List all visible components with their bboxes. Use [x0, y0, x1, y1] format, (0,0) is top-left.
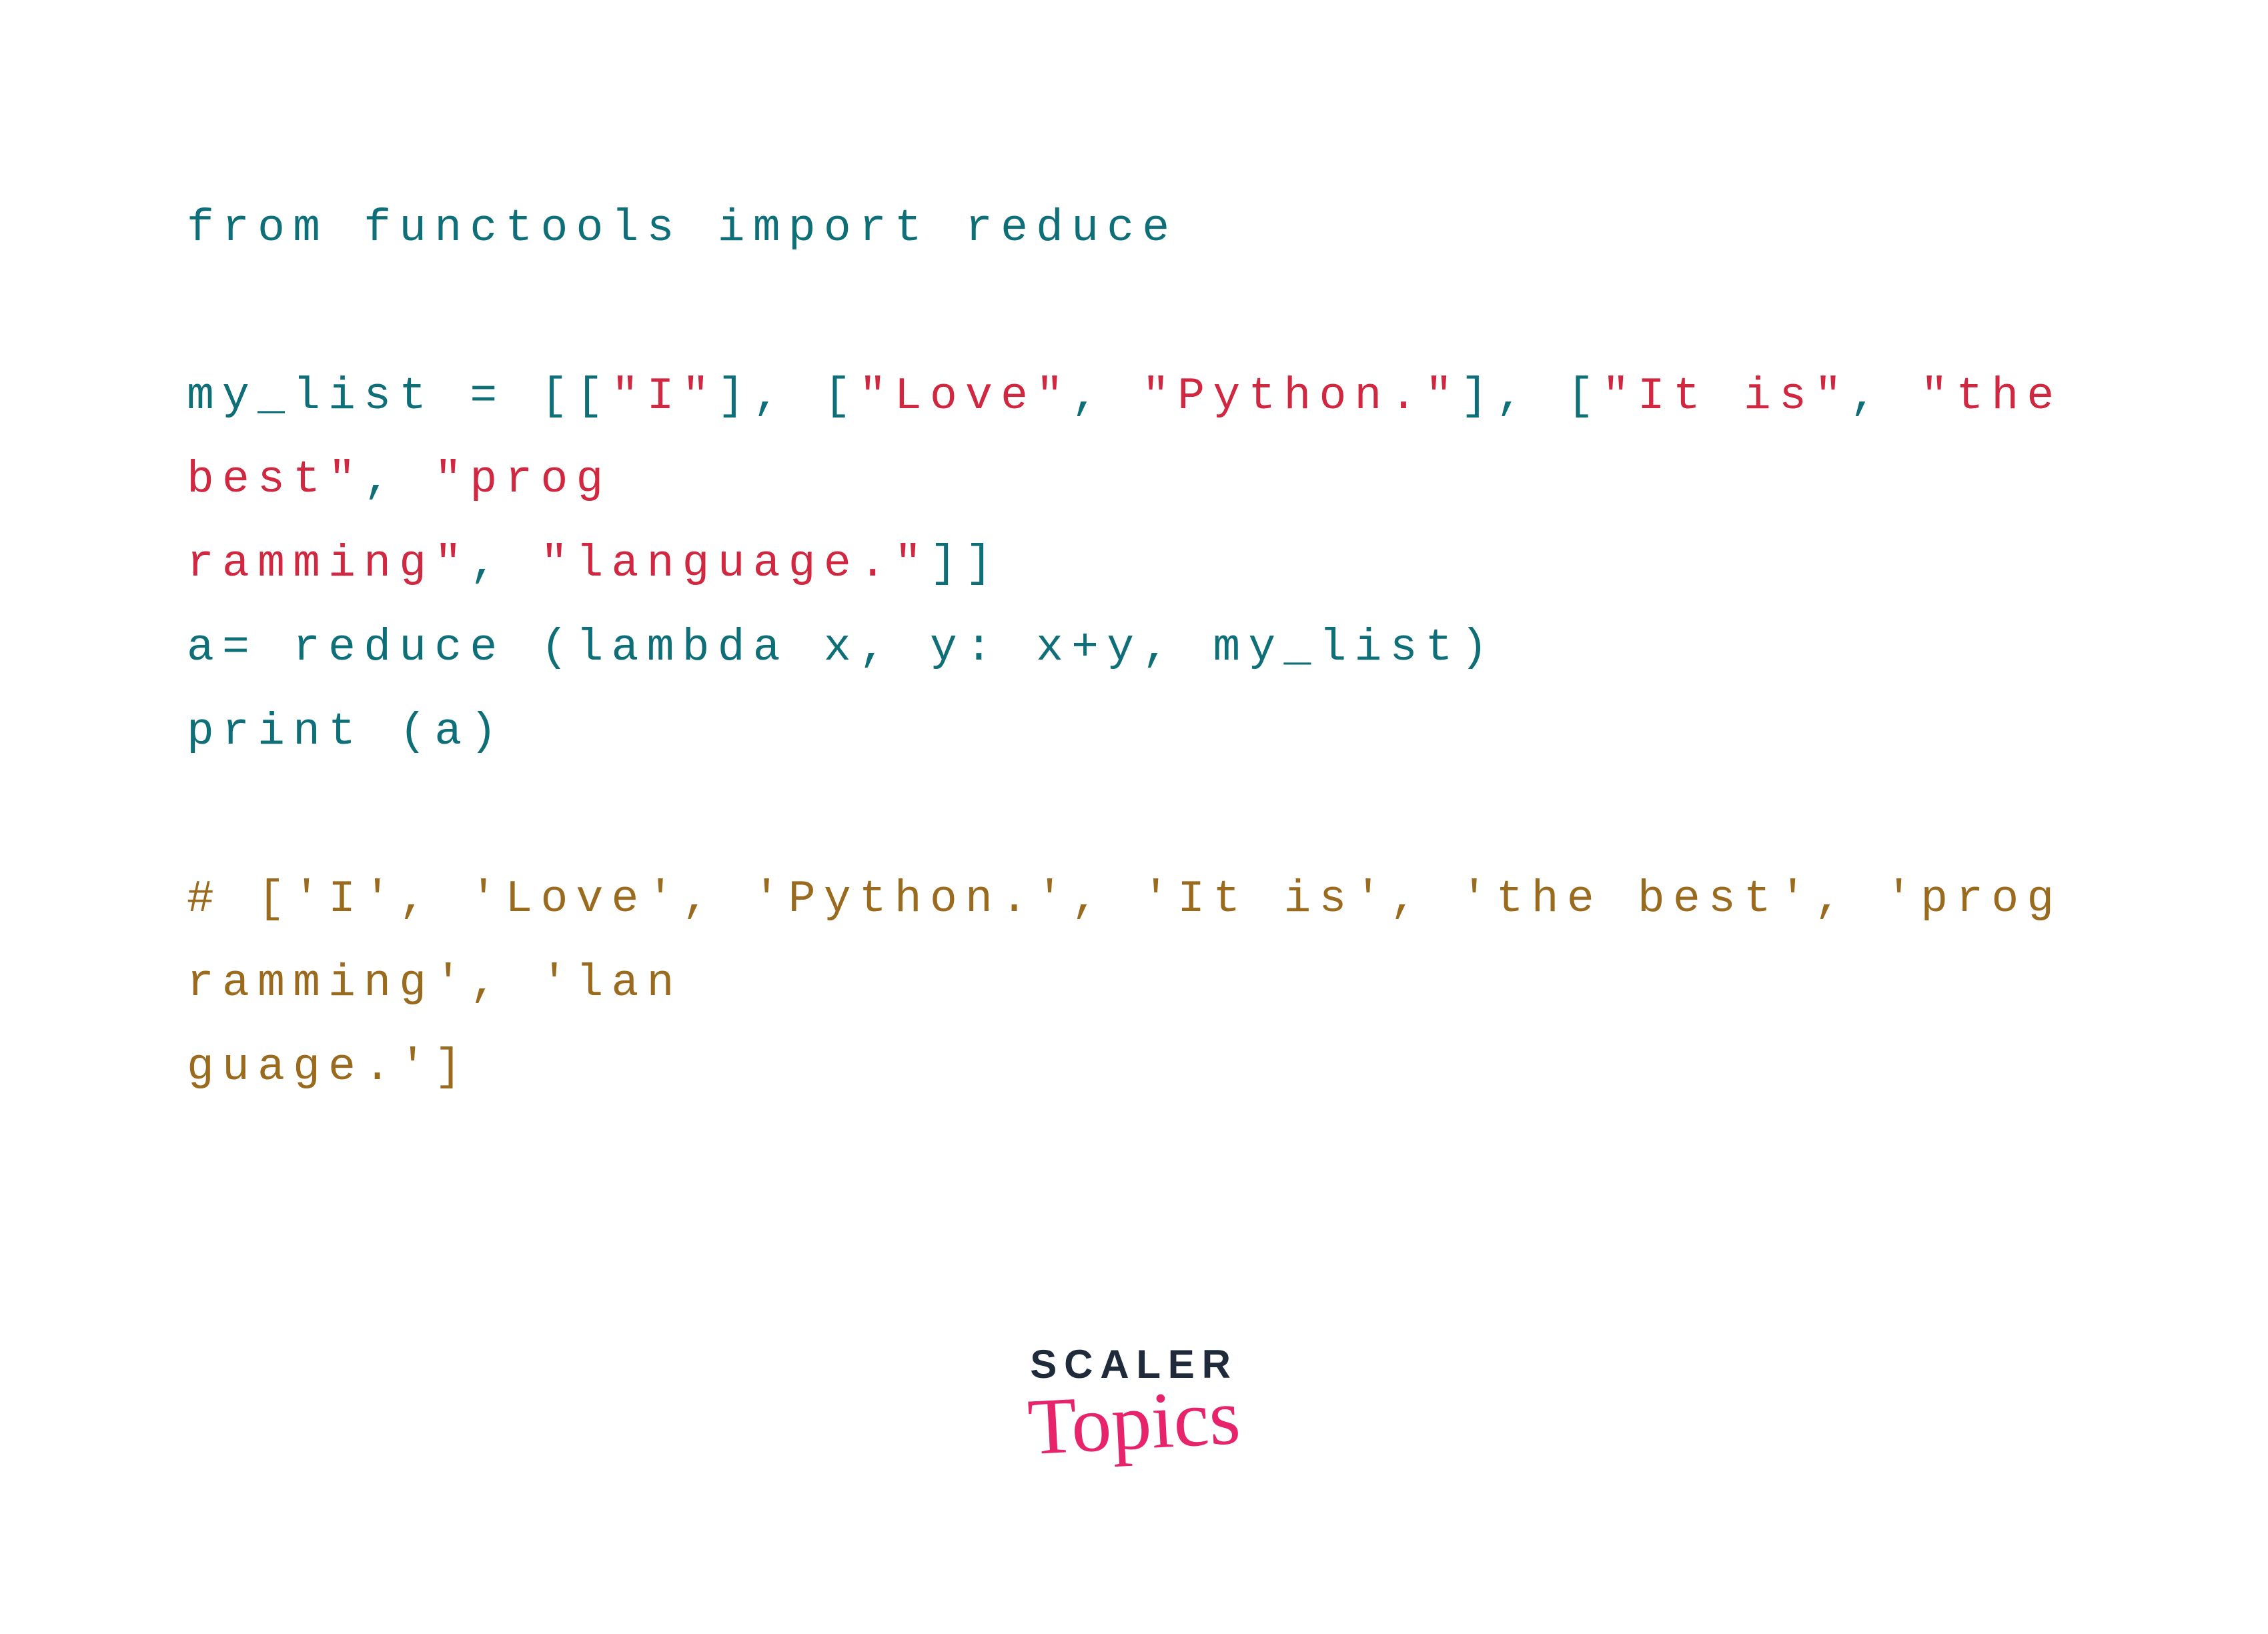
code-token: "Python." — [1142, 371, 1460, 422]
code-token: ]] — [930, 538, 1001, 590]
code-token: ], [ — [718, 371, 859, 422]
code-token: , — [1071, 371, 1142, 422]
code-line: # ['I', 'Love', 'Python.', 'It is', 'the… — [187, 858, 2081, 1026]
code-token: print (a) — [187, 706, 505, 758]
blank-line — [187, 774, 2081, 858]
brand-subtitle: Topics — [1026, 1381, 1241, 1464]
brand-logo: SCALER Topics — [1028, 1345, 1240, 1461]
code-token: a= reduce (lambda x, y: x+y, my_list) — [187, 622, 1496, 674]
code-line: guage.'] — [187, 1026, 2081, 1110]
code-line: my_list = [["I"], ["Love", "Python."], [… — [187, 355, 2081, 523]
code-token: my_list = [[ — [187, 371, 612, 422]
code-block: from functools import reduce my_list = [[… — [187, 187, 2081, 1110]
code-token: "language." — [540, 538, 930, 590]
code-token: "It is" — [1602, 371, 1850, 422]
code-token: guage.'] — [187, 1042, 470, 1093]
code-token: ramming" — [187, 538, 470, 590]
code-line: from functools import reduce — [187, 187, 2081, 271]
code-token: "prog — [434, 454, 611, 506]
code-line: a= reduce (lambda x, y: x+y, my_list) — [187, 606, 2081, 690]
blank-line — [187, 271, 2081, 355]
code-token: ], [ — [1461, 371, 1602, 422]
code-token: "Love" — [859, 371, 1071, 422]
code-token: from functools import reduce — [187, 203, 1177, 254]
code-token: , — [470, 538, 540, 590]
code-line: print (a) — [187, 690, 2081, 774]
code-token: , — [364, 454, 434, 506]
code-token: , — [1850, 371, 1920, 422]
page: from functools import reduce my_list = [[… — [0, 0, 2268, 1634]
code-token: "I" — [612, 371, 718, 422]
code-line: ramming", "language."]] — [187, 522, 2081, 606]
code-token: # ['I', 'Love', 'Python.', 'It is', 'the… — [187, 874, 2062, 1009]
